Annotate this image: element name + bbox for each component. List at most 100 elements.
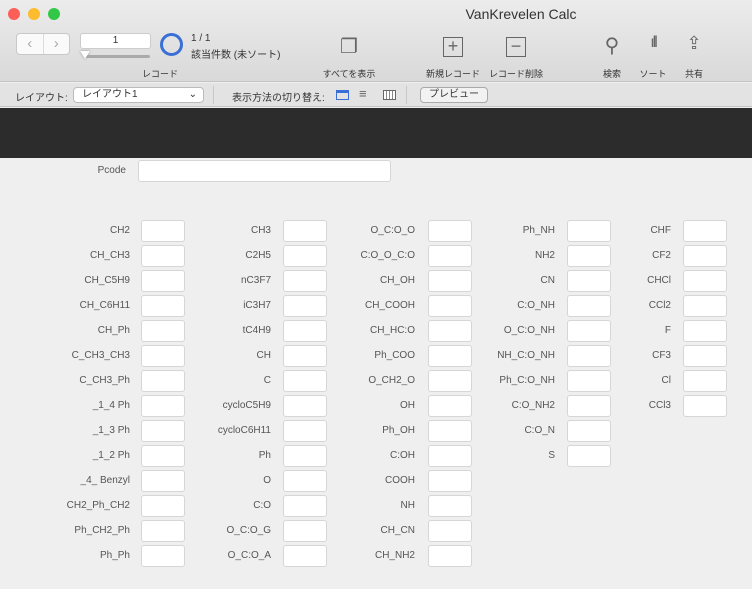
field-label: C2H5 bbox=[245, 250, 271, 261]
field-label: CF2 bbox=[652, 250, 671, 261]
field-label: C:O_N bbox=[524, 425, 555, 436]
record-nav[interactable]: ‹ › bbox=[16, 33, 70, 55]
field-label: nC3F7 bbox=[240, 275, 271, 286]
found-detail: 該当件数 (未ソート) bbox=[191, 50, 281, 61]
field-label: Ph_COO bbox=[374, 350, 415, 361]
field-label: OH bbox=[400, 400, 415, 411]
form-view-icon[interactable] bbox=[336, 90, 349, 100]
field-input[interactable] bbox=[683, 220, 727, 242]
list-view-icon[interactable]: ≡ bbox=[359, 86, 367, 101]
field-input[interactable] bbox=[683, 345, 727, 367]
field-label: O_C:O_O bbox=[370, 225, 415, 236]
field-input[interactable] bbox=[428, 520, 472, 542]
field-input[interactable] bbox=[683, 320, 727, 342]
field-label: Ph_OH bbox=[382, 425, 415, 436]
field-label: cycloC5H9 bbox=[222, 400, 271, 411]
field-input[interactable] bbox=[428, 470, 472, 492]
field-label: CF3 bbox=[652, 350, 671, 361]
field-label: O_CH2_O bbox=[368, 375, 415, 386]
window-toolbar: VanKrevelen Calc ‹ › 1 レコード 1 / 1 該当件数 (未… bbox=[0, 0, 752, 82]
record-slider-thumb[interactable] bbox=[80, 51, 90, 59]
field-label: Ph_Ph bbox=[99, 550, 130, 561]
table-view-icon[interactable] bbox=[383, 90, 396, 100]
record-slider[interactable] bbox=[84, 55, 150, 58]
share-icon[interactable]: ⇪ bbox=[679, 33, 709, 54]
field-input[interactable] bbox=[428, 545, 472, 567]
field-input[interactable] bbox=[683, 270, 727, 292]
new-record-icon[interactable]: + bbox=[443, 37, 463, 57]
field-input[interactable] bbox=[567, 445, 611, 467]
field-label: CCl2 bbox=[648, 300, 671, 311]
field-label: C_CH3_CH3 bbox=[71, 350, 130, 361]
field-label: C:O bbox=[253, 500, 271, 511]
layout-label: レイアウト: bbox=[15, 93, 68, 104]
field-label: cycloC6H11 bbox=[217, 425, 271, 436]
found-set-pie-icon bbox=[160, 33, 183, 56]
field-label: NH bbox=[400, 500, 415, 511]
field-label: S bbox=[548, 450, 555, 461]
field-label: CH_C5H9 bbox=[84, 275, 130, 286]
show-all-icon[interactable]: ❐ bbox=[334, 34, 364, 59]
record-label: レコード bbox=[141, 69, 178, 79]
preview-button[interactable]: プレビュー bbox=[420, 87, 488, 103]
field-input[interactable] bbox=[428, 495, 472, 517]
field-label: _1_4 Ph bbox=[92, 400, 130, 411]
field-label: CCl3 bbox=[648, 400, 671, 411]
field-label: C bbox=[263, 375, 271, 386]
field-label: tC4H9 bbox=[242, 325, 271, 336]
header-band bbox=[0, 108, 752, 158]
field-label: Ph bbox=[258, 450, 271, 461]
search-icon[interactable]: ⚲ bbox=[597, 33, 627, 58]
layout-select[interactable]: レイアウト1 ⌄ bbox=[73, 87, 204, 103]
field-label: Cl bbox=[661, 375, 671, 386]
window-title: VanKrevelen Calc bbox=[465, 6, 577, 22]
field-label: COOH bbox=[385, 475, 415, 486]
field-input[interactable] bbox=[683, 395, 727, 417]
field-label: CH_CN bbox=[380, 525, 415, 536]
view-as-label: 表示方法の切り替え: bbox=[232, 93, 325, 104]
field-input[interactable] bbox=[567, 420, 611, 442]
field-input[interactable] bbox=[683, 370, 727, 392]
sort-icon[interactable]: ıll bbox=[638, 34, 668, 52]
field-label: CH_Ph bbox=[97, 325, 130, 336]
field-label: Ph_C:O_NH bbox=[499, 375, 555, 386]
record-number-input[interactable]: 1 bbox=[80, 33, 151, 49]
field-label: Ph_NH bbox=[522, 225, 555, 236]
field-label: C:O_NH2 bbox=[511, 400, 555, 411]
field-label: Ph_CH2_Ph bbox=[74, 525, 130, 536]
field-label: iC3H7 bbox=[243, 300, 271, 311]
field-label: CH_COOH bbox=[364, 300, 415, 311]
field-label: CH2_Ph_CH2 bbox=[66, 500, 130, 511]
field-label: CH_CH3 bbox=[89, 250, 130, 261]
pcode-field[interactable] bbox=[138, 160, 391, 182]
field-input[interactable] bbox=[683, 245, 727, 267]
prev-record-icon[interactable]: ‹ bbox=[17, 34, 44, 54]
field-label: C_CH3_Ph bbox=[79, 375, 130, 386]
delete-record-button[interactable]: レコード削除 bbox=[476, 67, 556, 80]
field-label: O bbox=[263, 475, 271, 486]
field-label: CH2 bbox=[109, 225, 130, 236]
field-label: CH_C6H11 bbox=[79, 300, 130, 311]
field-label: F bbox=[664, 325, 671, 336]
field-label: C:OH bbox=[390, 450, 415, 461]
divider bbox=[213, 86, 214, 104]
found-count: 1 / 1 bbox=[191, 33, 211, 44]
divider bbox=[406, 86, 407, 104]
field-input[interactable] bbox=[683, 295, 727, 317]
field-label: _1_2 Ph bbox=[92, 450, 130, 461]
field-label: CN bbox=[540, 275, 555, 286]
field-label: O_C:O_G bbox=[226, 525, 271, 536]
field-label: CHCl bbox=[647, 275, 671, 286]
chevron-down-icon: ⌄ bbox=[188, 89, 197, 100]
field-label: O_C:O_A bbox=[227, 550, 271, 561]
layout-bar: レイアウト: レイアウト1 ⌄ 表示方法の切り替え: ≡ プレビュー bbox=[0, 83, 752, 107]
next-record-icon[interactable]: › bbox=[44, 34, 70, 54]
show-all-button[interactable]: すべてを表示 bbox=[309, 67, 389, 80]
field-label: O_C:O_NH bbox=[503, 325, 555, 336]
field-label: C:O_O_C:O bbox=[360, 250, 415, 261]
share-button[interactable]: 共有 bbox=[654, 67, 734, 80]
field-label: CH bbox=[256, 350, 271, 361]
layout-value: レイアウト1 bbox=[82, 89, 138, 100]
delete-record-icon[interactable]: − bbox=[506, 37, 526, 57]
field-label: CH3 bbox=[250, 225, 271, 236]
